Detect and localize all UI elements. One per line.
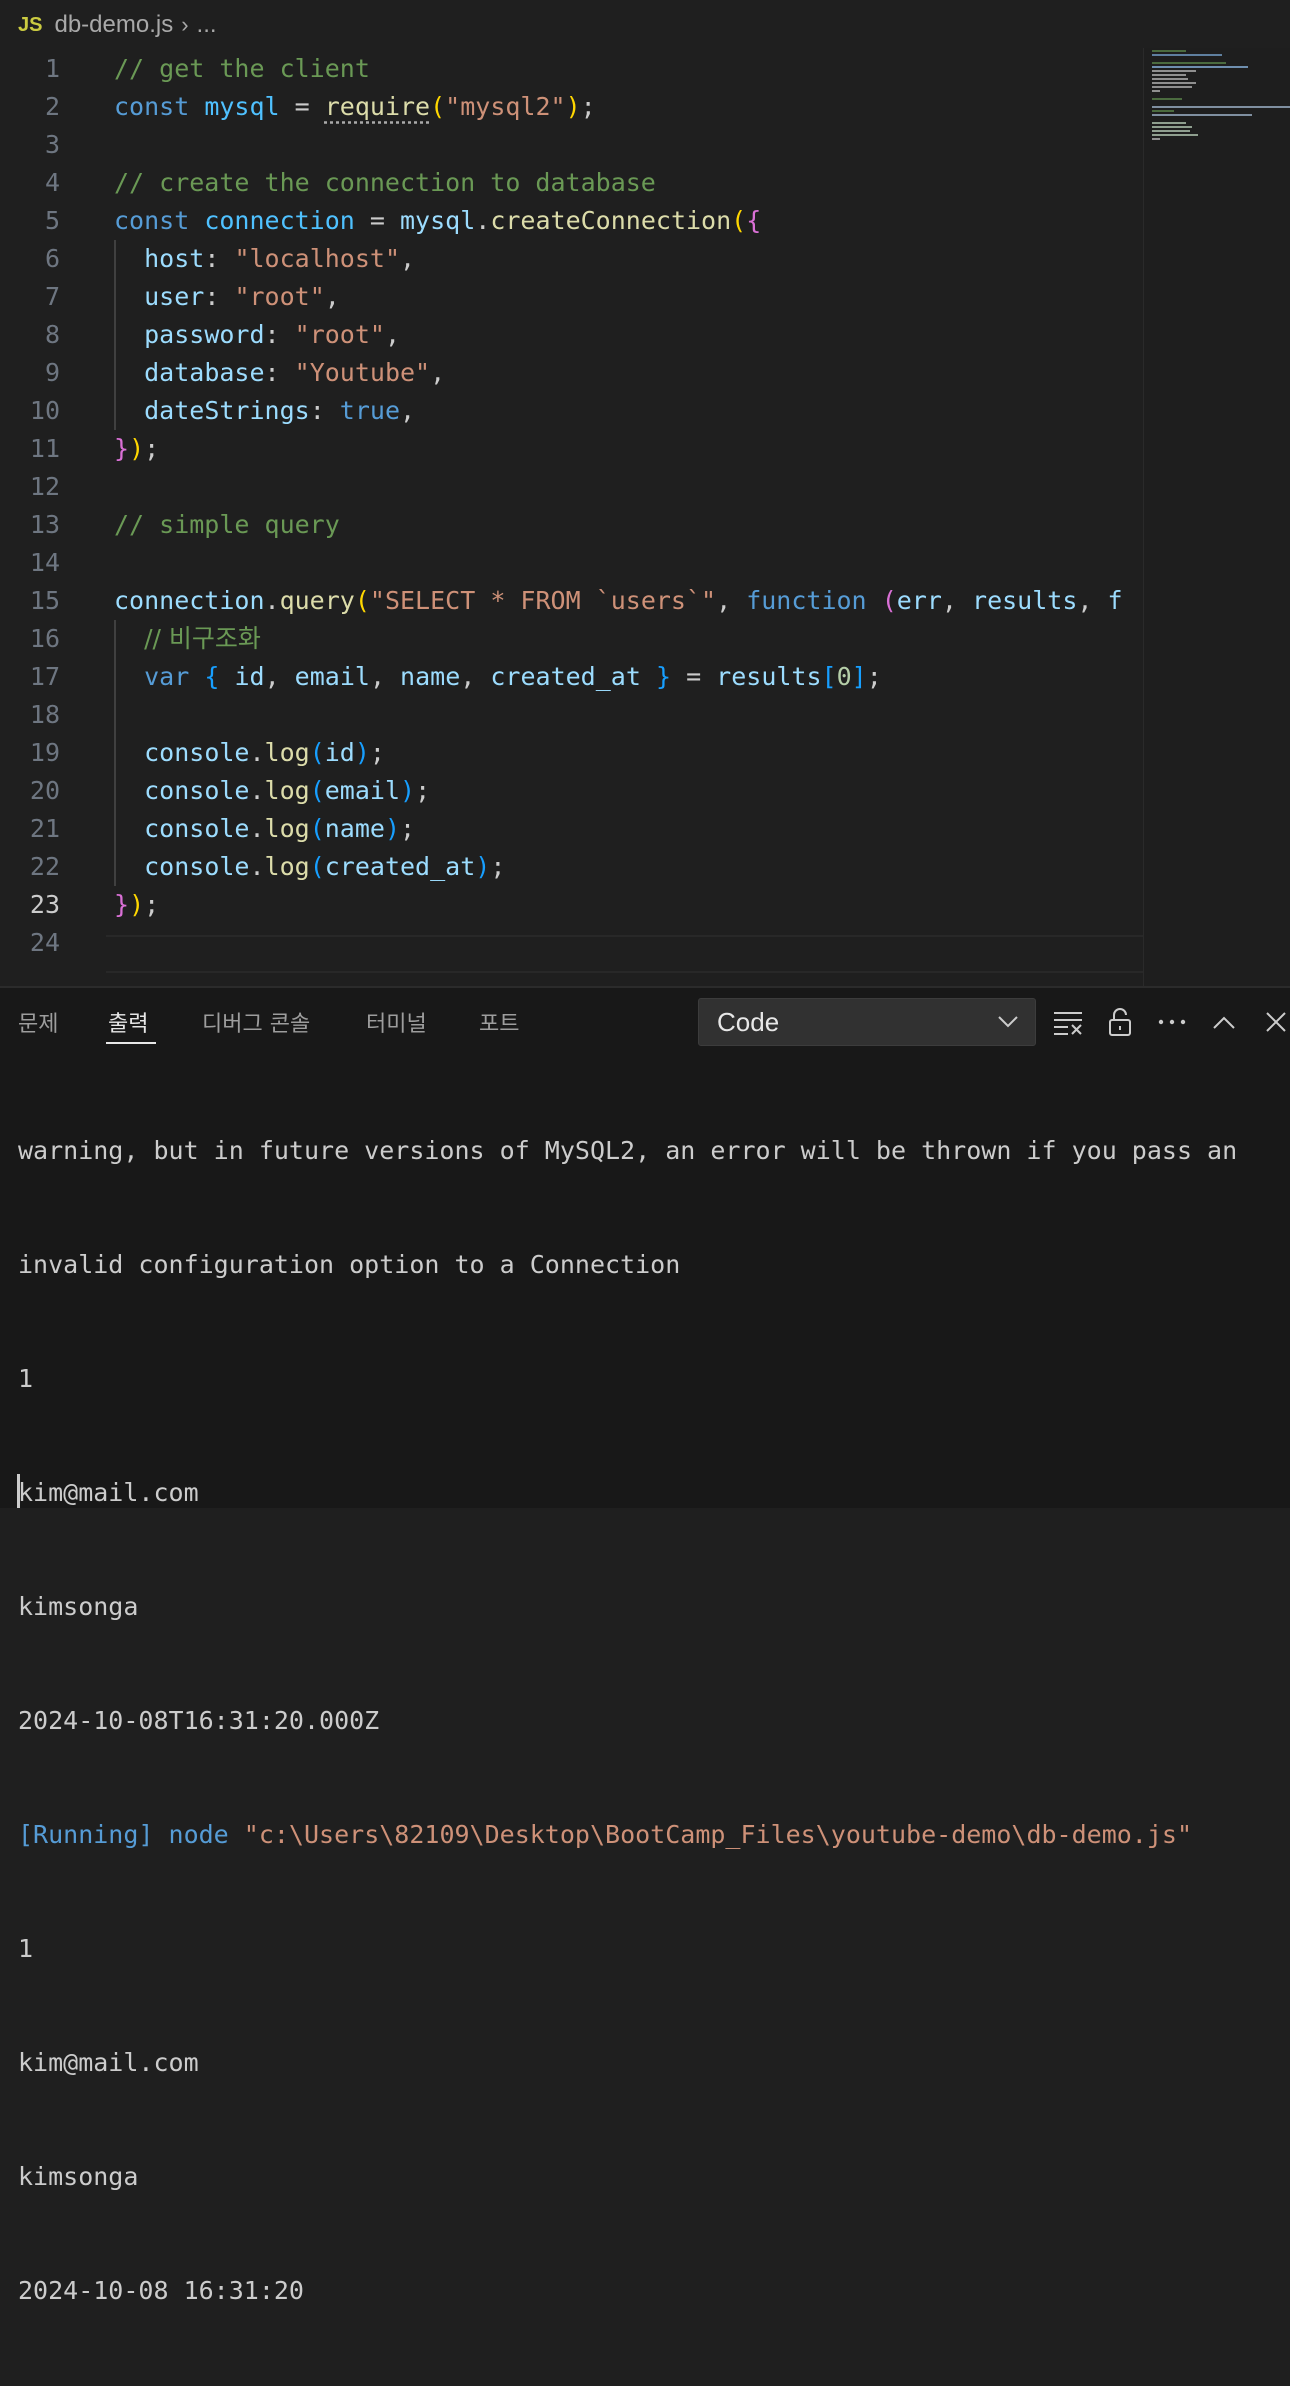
more-icon[interactable]	[1154, 1004, 1190, 1040]
minimap[interactable]	[1143, 48, 1290, 986]
text-cursor	[17, 1474, 20, 1508]
line-number-text: 3	[44, 130, 60, 159]
output-channel-select[interactable]: Code	[698, 998, 1036, 1046]
line-number-text: 24	[29, 928, 60, 957]
tab-debug-console[interactable]: 디버그 콘솔	[202, 1006, 310, 1038]
code-line-21[interactable]: console.log(name);	[0, 810, 1143, 848]
code-line-22[interactable]: console.log(created_at);	[0, 848, 1143, 886]
chevron-right-icon: ›	[181, 12, 189, 37]
line-number-text: 14	[29, 548, 60, 577]
line-number: 24	[0, 924, 1143, 962]
panel-tabs: 문제 출력 디버그 콘솔 터미널 포트	[0, 988, 690, 1056]
code-line-10[interactable]: dateStrings: true,	[0, 392, 1143, 430]
code-line-17[interactable]: var { id, email, name, created_at } = re…	[0, 658, 1143, 696]
tab-problems[interactable]: 문제	[18, 1006, 58, 1038]
code-editor[interactable]: 1 2 3 4 5 6 7 8 9 10 11 12 13 14 15 16 17 18 19 20 21 22 23 24 …	[0, 50, 1143, 986]
code-line-5[interactable]: const connection = mysql.createConnectio…	[0, 202, 1143, 240]
output-line: 2024-10-08T16:31:20.000Z	[18, 1706, 380, 1735]
code-line-9[interactable]: database: "Youtube",	[0, 354, 1143, 392]
lock-icon[interactable]	[1102, 1004, 1138, 1040]
line-number-text: 18	[29, 700, 60, 729]
output-line: kimsonga	[18, 1592, 139, 1621]
line-number: 3	[0, 126, 1143, 164]
chevron-down-icon	[997, 999, 1019, 1061]
output-line: 2024-10-08 16:31:20	[18, 2276, 304, 2305]
output-line: kimsonga	[18, 2162, 139, 2191]
line-number-text: 12	[29, 472, 60, 501]
code-line-8[interactable]: password: "root",	[0, 316, 1143, 354]
line-number: 14	[0, 544, 1143, 582]
output-log[interactable]: warning, but in future versions of MySQL…	[18, 1056, 1282, 2386]
output-panel: 문제 출력 디버그 콘솔 터미널 포트 Code warning, but in…	[0, 986, 1290, 2305]
code-line-13[interactable]: // simple query	[0, 506, 1143, 544]
output-line: warning, but in future versions of MySQL…	[18, 1136, 1238, 1165]
code-line-15[interactable]: connection.query("SELECT * FROM `users`"…	[0, 582, 1143, 620]
output-line: 1	[18, 1934, 34, 1963]
output-line: kim@mail.com	[18, 2048, 199, 2077]
tab-terminal[interactable]: 터미널	[366, 1006, 427, 1038]
code-line-20[interactable]: console.log(email);	[0, 772, 1143, 810]
code-line-11[interactable]: });	[0, 430, 1143, 468]
code-line-19[interactable]: console.log(id);	[0, 734, 1143, 772]
output-line: kim@mail.com	[18, 1478, 199, 1507]
javascript-file-icon: JS	[18, 13, 43, 36]
breadcrumb-file[interactable]: db-demo.js	[54, 11, 173, 39]
code-line-23[interactable]: });	[0, 886, 1143, 924]
line-number: 18	[0, 696, 1143, 734]
clear-output-icon[interactable]	[1050, 1004, 1086, 1040]
maximize-icon[interactable]	[1206, 1004, 1242, 1040]
close-icon[interactable]	[1258, 1004, 1290, 1040]
code-line-1[interactable]: // get the client	[0, 50, 1143, 88]
output-line: 1	[18, 1364, 34, 1393]
active-tab-indicator	[106, 1042, 156, 1044]
code-line-2[interactable]: const mysql = require("mysql2");	[0, 88, 1143, 126]
tab-output[interactable]: 출력	[108, 1006, 148, 1038]
breadcrumb-more[interactable]: ...	[197, 11, 217, 39]
code-line-6[interactable]: host: "localhost",	[0, 240, 1143, 278]
quick-fix-hint[interactable]: require	[325, 92, 430, 121]
code-line-16[interactable]: // 비구조화	[0, 620, 1143, 658]
tab-ports[interactable]: 포트	[479, 1006, 519, 1038]
line-number: 12	[0, 468, 1143, 506]
code-line-4[interactable]: // create the connection to database	[0, 164, 1143, 202]
breadcrumb: JS db-demo.js › ...	[0, 0, 1290, 50]
output-line: invalid configuration option to a Connec…	[18, 1250, 681, 1279]
output-run-line: [Running] node "c:\Users\82109\Desktop\B…	[18, 1820, 1193, 1849]
code-line-7[interactable]: user: "root",	[0, 278, 1143, 316]
